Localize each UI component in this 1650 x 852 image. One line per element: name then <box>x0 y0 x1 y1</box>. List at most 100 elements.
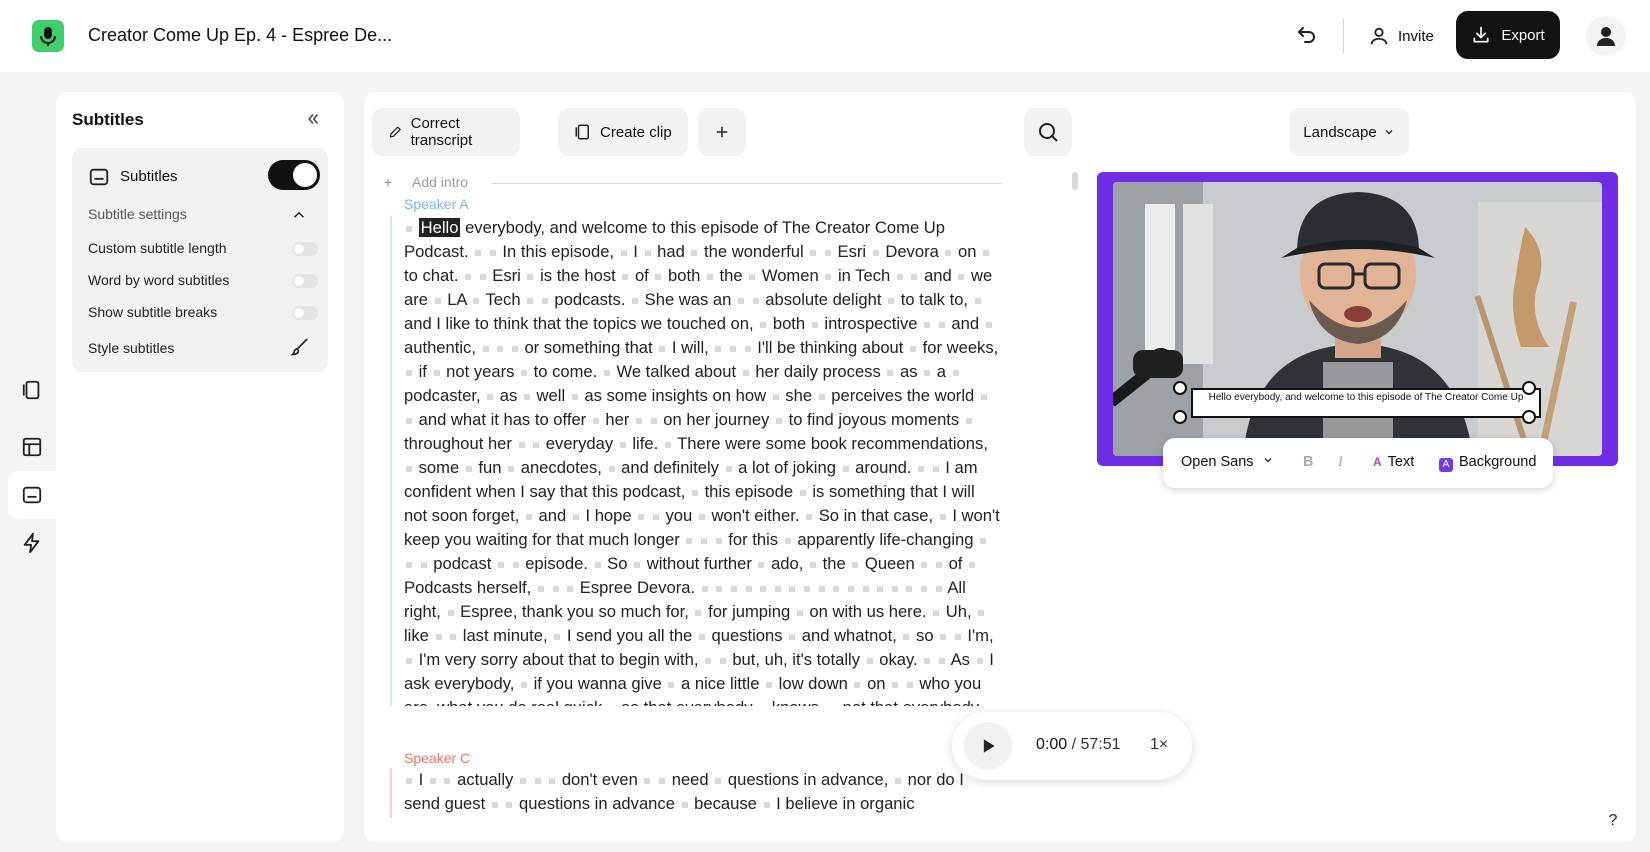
word-by-word-toggle[interactable] <box>292 274 318 288</box>
add-intro-row[interactable]: + Add intro <box>384 174 1002 192</box>
user-icon <box>1597 27 1615 46</box>
time-separator: / <box>1071 736 1077 753</box>
invite-button[interactable]: Invite <box>1368 22 1434 50</box>
pause-marker <box>638 513 645 520</box>
pause-marker <box>921 585 928 592</box>
add-intro-label[interactable]: Add intro <box>412 174 468 190</box>
project-title[interactable]: Creator Come Up Ep. 4 - Espree De... <box>88 25 392 46</box>
pencil-icon <box>389 126 401 138</box>
current-word[interactable]: Hello <box>418 218 461 237</box>
text-color-icon: A <box>1373 455 1382 469</box>
correct-transcript-label: Correct transcript <box>410 115 473 149</box>
show-breaks-label: Show subtitle breaks <box>88 304 218 320</box>
background-color-button[interactable]: A Background <box>1439 454 1536 472</box>
search-button[interactable] <box>1024 108 1072 156</box>
create-clip-label: Create clip <box>600 123 672 141</box>
speaker-a-transcript[interactable]: Hello everybody, and welcome to this epi… <box>390 216 1002 706</box>
subtitles-toggle[interactable] <box>268 160 320 190</box>
subtitle-settings-label[interactable]: Subtitle settings <box>88 206 187 222</box>
background-color-icon: A <box>1439 458 1453 472</box>
chevron-up-icon[interactable] <box>290 206 306 222</box>
playback-rate-button[interactable]: 1× <box>1150 736 1168 754</box>
transcript-scrollbar[interactable] <box>1072 172 1078 190</box>
speaker-c-label[interactable]: Speaker C <box>404 750 470 766</box>
pause-marker <box>725 465 732 472</box>
user-avatar[interactable] <box>1586 16 1626 56</box>
collapse-panel-icon[interactable] <box>304 110 322 128</box>
pause-marker <box>774 585 781 592</box>
resize-handle-bottom-left[interactable] <box>1173 410 1187 424</box>
pause-marker <box>429 777 436 784</box>
pause-marker <box>465 273 472 280</box>
clip-icon <box>575 124 589 140</box>
style-subtitles-label[interactable]: Style subtitles <box>88 340 174 356</box>
pause-marker <box>691 249 698 256</box>
pause-marker <box>891 585 898 592</box>
pause-marker <box>655 273 662 280</box>
speaker-c-transcript[interactable]: I actually don't even need questions in … <box>390 768 1002 818</box>
add-button[interactable] <box>698 108 746 156</box>
pause-marker <box>489 249 496 256</box>
bold-button[interactable]: B <box>1303 454 1313 470</box>
pause-marker <box>980 393 987 400</box>
pause-marker <box>980 537 987 544</box>
pause-marker <box>789 585 796 592</box>
pause-marker <box>775 417 782 424</box>
text-color-button[interactable]: A Text <box>1373 454 1414 470</box>
rail-layout-button[interactable] <box>8 423 56 471</box>
pause-marker <box>506 801 513 808</box>
speaker-c-text[interactable]: I actually don't even need questions in … <box>404 770 964 818</box>
pause-marker <box>730 345 736 352</box>
orientation-select[interactable]: Landscape <box>1289 108 1409 156</box>
pause-marker <box>924 369 931 376</box>
pause-marker <box>825 273 832 280</box>
pause-marker <box>888 297 895 304</box>
play-button[interactable] <box>964 722 1012 770</box>
subtitles-icon <box>22 486 42 504</box>
app-logo[interactable] <box>32 20 64 52</box>
pause-marker <box>938 657 945 664</box>
undo-icon[interactable] <box>1295 23 1319 47</box>
pause-marker <box>772 393 779 400</box>
pause-marker <box>969 561 976 568</box>
pause-marker <box>892 681 899 688</box>
caption-format-toolbar: Open Sans B I A Text A Background <box>1163 438 1553 488</box>
export-button[interactable]: Export <box>1456 11 1560 59</box>
subtitle-caption-text[interactable]: Hello everybody, and welcome to this epi… <box>1209 392 1524 403</box>
word-by-word-label: Word by word subtitles <box>88 272 230 288</box>
plus-icon <box>716 126 728 138</box>
speaker-a-label[interactable]: Speaker A <box>404 196 469 212</box>
layout-icon <box>22 437 42 457</box>
invite-label: Invite <box>1398 27 1434 45</box>
resize-handle-top-right[interactable] <box>1522 381 1536 395</box>
app-header: Creator Come Up Ep. 4 - Espree De... Inv… <box>0 0 1650 72</box>
help-button[interactable]: ? <box>1597 805 1629 837</box>
resize-handle-bottom-right[interactable] <box>1522 410 1536 424</box>
speaker-a-text[interactable]: everybody, and welcome to this episode o… <box>404 218 1000 706</box>
rail-subtitles-button[interactable] <box>8 471 56 519</box>
subtitles-card: Subtitles Subtitle settings Custom subti… <box>72 148 328 372</box>
create-clip-button[interactable]: Create clip <box>558 108 688 156</box>
brush-icon[interactable] <box>290 337 310 357</box>
pause-marker <box>406 417 412 424</box>
subtitle-caption-box[interactable]: Hello everybody, and welcome to this epi… <box>1191 388 1541 418</box>
pause-marker <box>525 513 532 520</box>
pause-marker <box>497 561 504 568</box>
rail-clip-button[interactable] <box>8 366 56 414</box>
correct-transcript-button[interactable]: Correct transcript <box>372 108 520 156</box>
rail-lightning-button[interactable] <box>8 519 56 567</box>
italic-button[interactable]: I <box>1338 454 1343 471</box>
show-breaks-toggle[interactable] <box>292 306 318 320</box>
custom-subtitle-length-toggle[interactable] <box>292 242 318 256</box>
add-intro-plus-icon[interactable]: + <box>384 174 392 190</box>
video-preview[interactable]: Hello everybody, and welcome to this epi… <box>1097 172 1618 466</box>
font-select[interactable]: Open Sans <box>1181 454 1274 470</box>
pause-marker <box>519 777 526 784</box>
resize-handle-top-left[interactable] <box>1173 381 1187 395</box>
orientation-label: Landscape <box>1303 123 1377 141</box>
pause-marker <box>799 489 806 496</box>
pause-marker <box>698 513 705 520</box>
pause-marker <box>958 273 965 280</box>
pause-marker <box>924 657 931 664</box>
pause-marker <box>508 465 515 472</box>
